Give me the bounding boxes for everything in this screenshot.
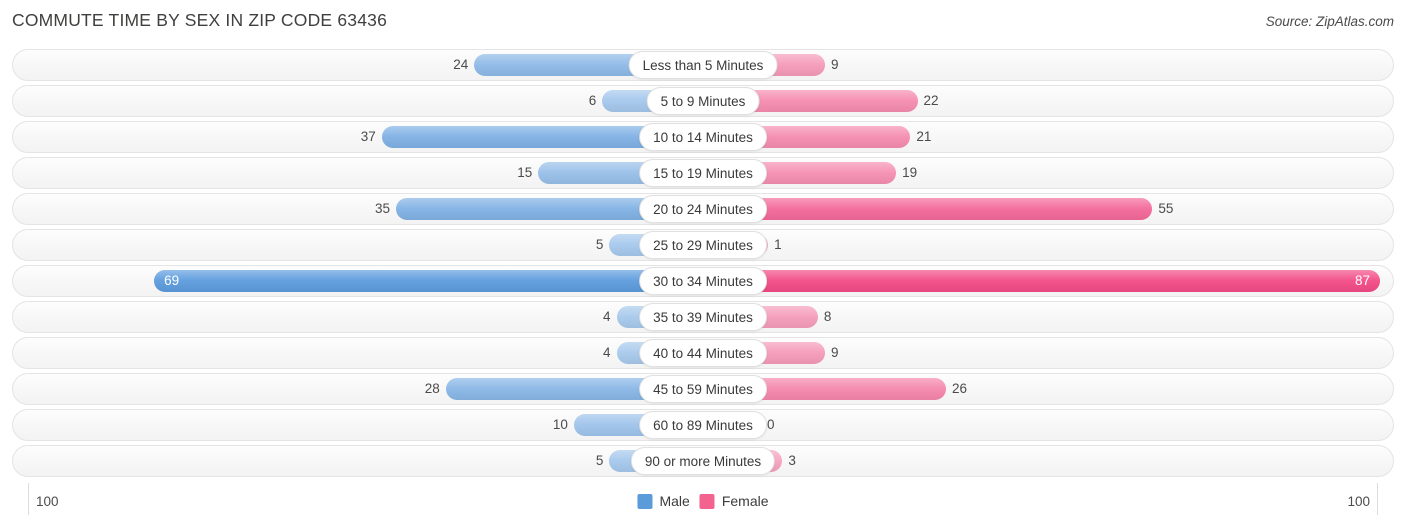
- value-label-female: 0: [767, 417, 775, 432]
- category-label: 40 to 44 Minutes: [639, 339, 767, 367]
- value-label-female: 55: [1158, 201, 1174, 216]
- value-label-male: 6: [588, 93, 597, 108]
- page-title: COMMUTE TIME BY SEX IN ZIP CODE 63436: [12, 10, 388, 30]
- bar-female[interactable]: [703, 270, 1380, 292]
- value-label-male: 35: [374, 201, 390, 216]
- value-label-female: 1: [774, 237, 782, 252]
- chart-row: 10 0 60 to 89 Minutes: [12, 409, 1394, 441]
- chart-row: 37 21 10 to 14 Minutes: [12, 121, 1394, 153]
- legend-label-female: Female: [721, 493, 769, 509]
- value-label-male: 69: [164, 273, 180, 288]
- chart-row: 4 9 40 to 44 Minutes: [12, 337, 1394, 369]
- value-label-male: 10: [552, 417, 568, 432]
- value-label-female: 19: [902, 165, 918, 180]
- legend-item-male[interactable]: Male: [637, 493, 690, 509]
- value-label-male: 5: [595, 237, 604, 252]
- value-label-female: 9: [831, 345, 839, 360]
- legend-swatch-male: [637, 493, 653, 509]
- bar-gloss: [703, 198, 1153, 220]
- chart-row: 5 3 90 or more Minutes: [12, 445, 1394, 477]
- bar-male[interactable]: [154, 270, 703, 292]
- bar-gloss: [154, 270, 703, 292]
- legend-label-male: Male: [659, 493, 690, 509]
- category-label: 35 to 39 Minutes: [639, 303, 767, 331]
- axis-tick-left: [28, 483, 29, 515]
- axis-label-right: 100: [1347, 494, 1370, 509]
- legend-item-female[interactable]: Female: [699, 493, 769, 509]
- diverging-bar-chart: 24 9 Less than 5 Minutes 6 22 5 to 9 Minutes 3…: [0, 49, 1406, 483]
- category-label: 30 to 34 Minutes: [639, 267, 767, 295]
- category-label: 10 to 14 Minutes: [639, 123, 767, 151]
- bar-gloss: [703, 270, 1380, 292]
- value-label-male: 5: [595, 453, 604, 468]
- category-label: 15 to 19 Minutes: [639, 159, 767, 187]
- chart-row: 24 9 Less than 5 Minutes: [12, 49, 1394, 81]
- chart-row: 35 55 20 to 24 Minutes: [12, 193, 1394, 225]
- value-label-male: 4: [603, 309, 611, 324]
- chart-row: 6 22 5 to 9 Minutes: [12, 85, 1394, 117]
- value-label-female: 87: [1354, 273, 1370, 288]
- value-label-male: 4: [603, 345, 611, 360]
- chart-legend: Male Female: [637, 493, 769, 509]
- value-label-female: 9: [831, 57, 839, 72]
- value-label-female: 26: [951, 381, 968, 396]
- category-label: Less than 5 Minutes: [628, 51, 778, 79]
- value-label-female: 22: [923, 93, 939, 108]
- chart-row: 15 19 15 to 19 Minutes: [12, 157, 1394, 189]
- value-label-male: 37: [360, 129, 376, 144]
- category-label: 20 to 24 Minutes: [639, 195, 767, 223]
- value-label-female: 3: [788, 453, 796, 468]
- value-label-male: 24: [453, 57, 469, 72]
- chart-row: 28 26 45 to 59 Minutes: [12, 373, 1394, 405]
- value-label-female: 21: [916, 129, 932, 144]
- category-label: 5 to 9 Minutes: [646, 87, 760, 115]
- axis-label-left: 100: [36, 494, 59, 509]
- value-label-female: 8: [823, 309, 832, 324]
- value-label-male: 15: [517, 165, 533, 180]
- value-label-male: 28: [424, 381, 440, 396]
- category-label: 60 to 89 Minutes: [639, 411, 767, 439]
- category-label: 45 to 59 Minutes: [639, 375, 767, 403]
- legend-swatch-female: [699, 493, 715, 509]
- chart-row: 69 87 30 to 34 Minutes: [12, 265, 1394, 297]
- bar-female[interactable]: [703, 198, 1153, 220]
- source-attribution: Source: ZipAtlas.com: [1265, 14, 1394, 29]
- axis-tick-right: [1377, 483, 1378, 515]
- category-label: 25 to 29 Minutes: [639, 231, 767, 259]
- chart-row: 4 8 35 to 39 Minutes: [12, 301, 1394, 333]
- category-label: 90 or more Minutes: [630, 447, 776, 475]
- chart-row: 5 1 25 to 29 Minutes: [12, 229, 1394, 261]
